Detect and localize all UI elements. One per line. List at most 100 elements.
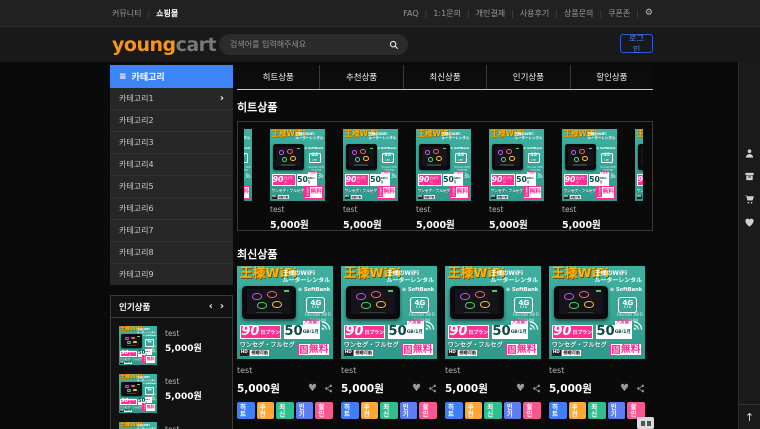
tag-chip-추천[interactable]: 추천 <box>361 402 379 419</box>
hit-product-card[interactable]: 王様WiFi 王様のWiFiルーターレンタル ≡ SoftBank 4GLTE … <box>416 129 471 231</box>
tab-할인상품[interactable]: 할인상품 <box>570 65 653 89</box>
prev-icon[interactable]: ‹ <box>209 302 213 312</box>
ad-free-shipping-badge: 往復送料 無料 <box>244 186 250 199</box>
hit-product-card[interactable]: 王様WiFi 王様のWiFiルーターレンタル ≡ SoftBank 4GLTE … <box>270 129 325 231</box>
tab-추천상품[interactable]: 추천상품 <box>319 65 402 89</box>
new-product-card[interactable]: 王様WiFi 王様のWiFiルーターレンタル ≡ SoftBank 4GLTE … <box>445 266 541 419</box>
tag-chip-인기[interactable]: 인기 <box>608 402 626 419</box>
gear-icon[interactable]: ⚙ <box>645 8 653 18</box>
tag-chip-최신[interactable]: 최신 <box>588 402 606 419</box>
ad-free-shipping-badge: 往復送料 無料 <box>304 186 323 199</box>
wishlist-heart-icon[interactable]: ♥ <box>308 384 317 394</box>
router-device-art <box>346 144 377 170</box>
tag-chip-최신[interactable]: 최신 <box>380 402 398 419</box>
tag-chip-할인[interactable]: 할인 <box>315 402 333 419</box>
popular-widget-nav: ‹ › <box>209 302 224 312</box>
topbar-link[interactable]: 개인결제 <box>476 8 505 19</box>
wishlist-heart-icon[interactable]: ♥ <box>620 384 629 394</box>
wishlist-heart-icon[interactable]: ♥ <box>412 384 421 394</box>
tag-chip-히트[interactable]: 히트 <box>341 402 359 419</box>
product-info: test 5,000원 <box>165 326 202 365</box>
category-label: 카테고리6 <box>119 203 154 214</box>
hit-product-card[interactable]: 王様WiFi 王様のWiFiルーターレンタル ≡ SoftBank 4GLTE … <box>489 129 544 231</box>
hit-product-card[interactable]: 王様WiFi 王様のWiFiルーターレンタル ≡ SoftBank 4GLTE … <box>562 129 617 231</box>
separator: | <box>555 9 558 18</box>
category-menu-header[interactable]: ≡ 카테고리 <box>110 65 233 88</box>
tag-chip-최신[interactable]: 최신 <box>484 402 502 419</box>
sidebar-category-item[interactable]: 카테고리5 <box>110 176 233 198</box>
tag-chip-할인[interactable]: 할인 <box>419 402 437 419</box>
tag-chip-추천[interactable]: 추천 <box>569 402 587 419</box>
share-icon[interactable] <box>636 384 645 393</box>
new-product-card[interactable]: 王様WiFi 王様のWiFiルーターレンタル ≡ SoftBank 4GLTE … <box>237 266 333 419</box>
search-icon[interactable] <box>389 40 399 50</box>
sidebar-category-item[interactable]: 카테고리4 <box>110 154 233 176</box>
topbar-link[interactable]: FAQ <box>403 9 419 18</box>
popular-product-item[interactable]: 王様WiFi 王様のWiFiルーターレンタル ≡ SoftBank 4GLTE … <box>119 374 224 413</box>
ad-oneseg-text: ワンセグ・フルセグ HD視聴可能 <box>418 189 450 199</box>
ad-free-shipping-badge: 往復送料 無料 <box>450 186 469 199</box>
card-actions: ♥ <box>620 384 645 394</box>
scroll-to-top-button[interactable]: ↑ <box>739 404 760 429</box>
ad-title: 王様のWiFiルーターレンタル <box>137 328 156 334</box>
sidebar-category-item[interactable]: 카테고리2 <box>110 110 233 132</box>
new-section-title: 최신상품 <box>237 246 653 262</box>
router-device-art <box>554 286 608 319</box>
topbar-link[interactable]: 1:1문의 <box>433 8 461 19</box>
tag-chip-인기[interactable]: 인기 <box>296 402 314 419</box>
floating-banner-nav[interactable] <box>637 417 654 429</box>
sidebar-category-item[interactable]: 카테고리3 <box>110 132 233 154</box>
sidebar-category-item[interactable]: 카테고리6 <box>110 198 233 220</box>
ad-carrier-logo: ≡ SoftBank <box>304 146 323 150</box>
sidebar-category-item[interactable]: 카테고리8 <box>110 242 233 264</box>
tag-chip-인기[interactable]: 인기 <box>504 402 522 419</box>
wishlist-heart-icon[interactable]: ♥ <box>516 384 525 394</box>
next-icon[interactable]: › <box>220 302 224 312</box>
share-icon[interactable] <box>428 384 437 393</box>
product-thumbnail: 王様WiFi 王様のWiFiルーターレンタル ≡ SoftBank 4GLTE … <box>119 422 157 429</box>
topbar-link[interactable]: 커뮤니티 <box>112 8 141 19</box>
product-image-wifi-ad: 王様WiFi 王様のWiFiルーターレンタル ≡ SoftBank 4GLTE … <box>119 422 157 429</box>
topbar-link[interactable]: 상품문의 <box>564 8 593 19</box>
tag-chip-히트[interactable]: 히트 <box>445 402 463 419</box>
new-product-card[interactable]: 王様WiFi 王様のWiFiルーターレンタル ≡ SoftBank 4GLTE … <box>549 266 645 419</box>
login-button[interactable]: 로그인 <box>620 34 653 53</box>
router-device-art <box>492 144 523 170</box>
share-icon[interactable] <box>324 384 333 393</box>
popular-widget-title: 인기상품 <box>119 301 150 313</box>
wishlist-heart-icon[interactable] <box>744 217 755 228</box>
sidebar-category-item[interactable]: 카테고리9 <box>110 264 233 285</box>
tag-chip-히트[interactable]: 히트 <box>549 402 567 419</box>
topbar-link[interactable]: 사용후기 <box>520 8 549 19</box>
user-icon[interactable] <box>744 148 755 159</box>
orders-box-icon[interactable] <box>744 171 755 182</box>
tag-chip-추천[interactable]: 추천 <box>465 402 483 419</box>
popular-product-item[interactable]: 王様WiFi 王様のWiFiルーターレンタル ≡ SoftBank 4GLTE … <box>119 326 224 365</box>
new-product-card[interactable]: 王様WiFi 王様のWiFiルーターレンタル ≡ SoftBank 4GLTE … <box>341 266 437 419</box>
tab-인기상품[interactable]: 인기상품 <box>486 65 569 89</box>
cart-icon[interactable] <box>744 194 755 205</box>
ad-4g-lte-badge: 4GLTE <box>306 297 325 313</box>
tab-히트상품[interactable]: 히트상품 <box>237 65 319 89</box>
product-name: test <box>489 205 544 214</box>
hit-product-card[interactable]: 王様WiFi 王様のWiFiルーターレンタル ≡ SoftBank 4GLTE … <box>343 129 398 231</box>
topbar-link[interactable]: 쿠폰존 <box>608 8 630 19</box>
category-label: 카테고리7 <box>119 225 154 236</box>
search-input[interactable] <box>228 39 389 50</box>
tab-최신상품[interactable]: 최신상품 <box>403 65 486 89</box>
ad-oneseg-text: ワンセグ・フルセグ HD視聴可能 <box>552 340 607 357</box>
tag-chip-인기[interactable]: 인기 <box>400 402 418 419</box>
tag-chip-추천[interactable]: 추천 <box>257 402 275 419</box>
separator: | <box>467 9 470 18</box>
category-label: 카테고리3 <box>119 137 154 148</box>
share-icon[interactable] <box>532 384 541 393</box>
tag-chip-히트[interactable]: 히트 <box>237 402 255 419</box>
site-header: youngcart 로그인 <box>0 27 760 62</box>
sidebar-category-item[interactable]: 카테고리1 › <box>110 88 233 110</box>
tag-chip-할인[interactable]: 할인 <box>523 402 541 419</box>
topbar-link[interactable]: 쇼핑몰 <box>156 8 178 19</box>
tag-chip-최신[interactable]: 최신 <box>276 402 294 419</box>
popular-product-item[interactable]: 王様WiFi 王様のWiFiルーターレンタル ≡ SoftBank 4GLTE … <box>119 422 224 429</box>
site-logo[interactable]: youngcart <box>112 34 216 56</box>
sidebar-category-item[interactable]: 카테고리7 <box>110 220 233 242</box>
